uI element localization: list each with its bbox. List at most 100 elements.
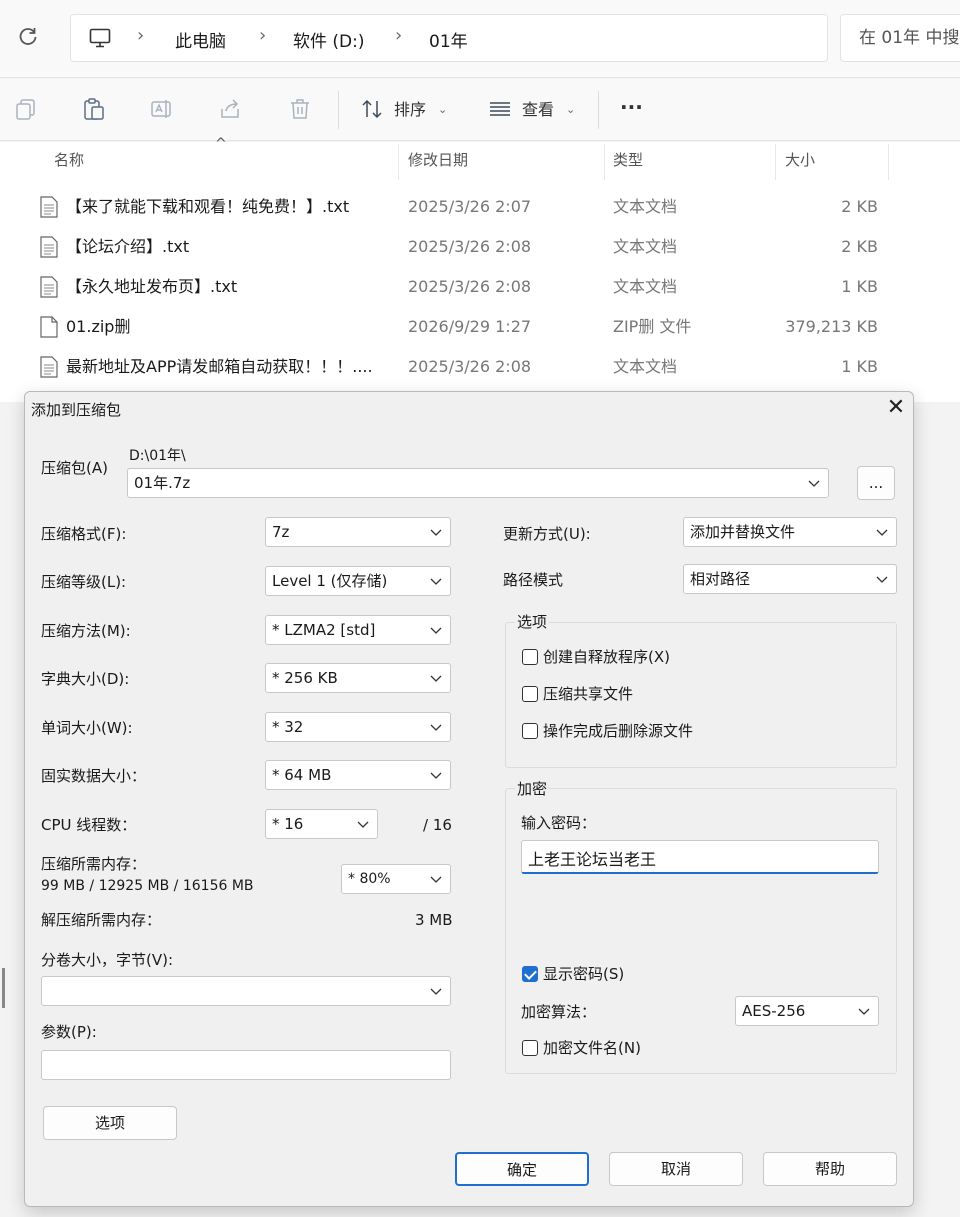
chevron-down-icon (430, 675, 442, 682)
level-select[interactable]: Level 1 (仅存储) (265, 566, 451, 596)
breadcrumb-folder[interactable]: 01年 (429, 27, 468, 52)
view-icon[interactable] (488, 97, 514, 123)
column-header-date[interactable]: 修改日期 (408, 150, 468, 170)
ok-button[interactable]: 确定 (455, 1152, 589, 1186)
options-group-title: 选项 (515, 612, 550, 632)
encrypt-names-checkbox[interactable] (522, 1040, 538, 1056)
params-input[interactable] (41, 1050, 451, 1080)
share-icon[interactable] (218, 97, 244, 123)
file-type: 文本文档 (613, 197, 678, 216)
window-edge-handle (2, 968, 5, 1008)
shared-label: 压缩共享文件 (543, 685, 634, 703)
file-type: 文本文档 (613, 357, 678, 376)
rename-icon[interactable] (150, 97, 176, 123)
update-value: 添加并替换文件 (690, 523, 796, 541)
paste-icon[interactable] (82, 97, 108, 123)
chevron-down-icon (430, 988, 442, 995)
column-divider (888, 144, 889, 180)
sfx-checkbox[interactable] (522, 649, 538, 665)
word-select[interactable]: * 32 (265, 712, 451, 742)
path-mode-value: 相对路径 (690, 570, 751, 588)
solid-label: 固实数据大小： (41, 767, 147, 785)
explorer-toolbar: 排序 ⌄ 查看 ⌄ ··· (0, 79, 960, 141)
text-file-icon (40, 196, 58, 218)
threads-select[interactable]: * 16 (265, 809, 378, 839)
chevron-down-icon (430, 578, 442, 585)
decompress-memory-label: 解压缩所需内存： (41, 911, 162, 929)
file-size: 1 KB (841, 277, 878, 296)
file-size: 379,213 KB (785, 317, 878, 336)
text-file-icon (40, 356, 58, 378)
path-mode-select[interactable]: 相对路径 (683, 564, 897, 594)
chevron-right-icon: › (137, 25, 145, 46)
column-header-size[interactable]: 大小 (785, 150, 815, 170)
toolbar-divider (598, 91, 599, 129)
archive-name-combo[interactable]: 01年.7z (127, 468, 829, 498)
dict-select[interactable]: * 256 KB (265, 663, 451, 693)
chevron-down-icon (858, 1008, 870, 1015)
breadcrumb-drive[interactable]: 软件 (D:) (293, 27, 365, 52)
solid-select[interactable]: * 64 MB (265, 760, 451, 790)
file-type: 文本文档 (613, 237, 678, 256)
update-select[interactable]: 添加并替换文件 (683, 517, 897, 547)
algorithm-select[interactable]: AES-256 (735, 996, 879, 1026)
address-bar[interactable]: › 此电脑 › 软件 (D:) › 01年 (70, 14, 828, 62)
delete-icon[interactable] (288, 97, 314, 123)
password-input[interactable]: 上老王论坛当老王 (521, 840, 879, 874)
file-row[interactable]: 【论坛介绍】.txt 2025/3/26 2:08 文本文档 2 KB (0, 228, 960, 268)
view-button[interactable]: 查看 (522, 97, 554, 123)
algorithm-value: AES-256 (742, 1002, 806, 1020)
file-row[interactable]: 【永久地址发布页】.txt 2025/3/26 2:08 文本文档 1 KB (0, 268, 960, 308)
threads-label: CPU 线程数： (41, 816, 137, 834)
options-button[interactable]: 选项 (43, 1106, 177, 1140)
sort-button[interactable]: 排序 (394, 97, 426, 123)
add-to-archive-dialog: 添加到压缩包 ✕ 压缩包(A) D:\01年\ 01年.7z ... 压缩格式(… (24, 391, 914, 1207)
format-select[interactable]: 7z (265, 517, 451, 547)
file-row[interactable]: 最新地址及APP请发邮箱自动获取！！！.... 2025/3/26 2:08 文… (0, 348, 960, 388)
show-password-checkbox[interactable] (522, 966, 538, 982)
sort-icon[interactable] (360, 97, 386, 123)
file-list: ^ 名称 修改日期 类型 大小 【来了就能下载和观看！纯免费！】.txt 202… (0, 136, 960, 402)
chevron-down-icon: ⌄ (438, 103, 448, 116)
update-label: 更新方式(U): (503, 525, 591, 543)
level-value: Level 1 (仅存储) (272, 572, 388, 590)
column-header-type[interactable]: 类型 (613, 150, 643, 170)
breadcrumb-pc[interactable]: 此电脑 (175, 27, 226, 52)
chevron-down-icon (430, 876, 442, 883)
algorithm-label: 加密算法： (521, 1003, 597, 1021)
file-type: ZIP删 文件 (613, 317, 692, 336)
memory-percent-select[interactable]: * 80% (341, 864, 451, 894)
column-header-name[interactable]: 名称 (54, 150, 84, 170)
delete-source-checkbox[interactable] (522, 723, 538, 739)
copy-icon[interactable] (14, 97, 40, 123)
memory-value: 99 MB / 12925 MB / 16156 MB (41, 878, 254, 894)
column-divider (398, 144, 399, 180)
dict-value: * 256 KB (272, 669, 338, 687)
file-date: 2026/9/29 1:27 (408, 317, 532, 336)
method-label: 压缩方法(M): (41, 622, 131, 640)
file-name: 【论坛介绍】.txt (66, 237, 190, 256)
help-button[interactable]: 帮助 (763, 1152, 897, 1186)
search-input[interactable]: 在 01年 中搜 (840, 14, 960, 62)
chevron-down-icon (430, 529, 442, 536)
close-icon[interactable]: ✕ (881, 394, 911, 424)
chevron-down-icon (430, 772, 442, 779)
shared-checkbox[interactable] (522, 686, 538, 702)
encryption-group-title: 加密 (515, 779, 550, 799)
file-row[interactable]: 【来了就能下载和观看！纯免费！】.txt 2025/3/26 2:07 文本文档… (0, 188, 960, 228)
file-row[interactable]: 01.zip删 2026/9/29 1:27 ZIP删 文件 379,213 K… (0, 308, 960, 348)
memory-label: 压缩所需内存： (41, 855, 147, 873)
file-type: 文本文档 (613, 277, 678, 296)
browse-button[interactable]: ... (857, 466, 895, 500)
sfx-label: 创建自释放程序(X) (543, 648, 670, 666)
show-password-label: 显示密码(S) (543, 965, 625, 983)
password-value: 上老王论坛当老王 (528, 850, 657, 869)
method-select[interactable]: * LZMA2 [std] (265, 615, 451, 645)
refresh-icon[interactable] (14, 26, 42, 54)
address-bar-area: › 此电脑 › 软件 (D:) › 01年 在 01年 中搜 (0, 0, 960, 78)
archive-label: 压缩包(A) (41, 459, 108, 477)
cancel-button[interactable]: 取消 (609, 1152, 743, 1186)
chevron-right-icon: › (395, 25, 403, 46)
more-button[interactable]: ··· (620, 94, 643, 120)
volume-combo[interactable] (41, 976, 451, 1006)
